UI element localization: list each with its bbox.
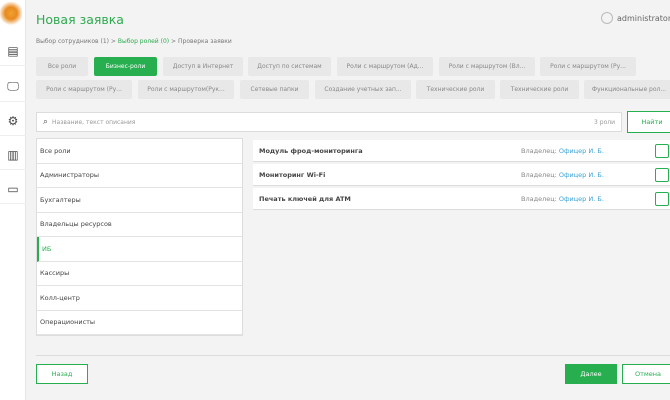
logo bbox=[0, 2, 22, 30]
role-checkbox[interactable] bbox=[655, 144, 669, 158]
user-menu[interactable]: administrator bbox=[601, 12, 670, 24]
role-checkbox[interactable] bbox=[655, 168, 669, 182]
chart-icon[interactable]: ▥ bbox=[0, 140, 26, 170]
documents-icon[interactable]: ▤ bbox=[0, 36, 26, 66]
find-button[interactable]: Найти bbox=[627, 111, 670, 133]
role-row: Модуль фрод-мониторинга Владелец: Офицер И… bbox=[253, 140, 670, 162]
owner-link[interactable]: Офицер И. Б. bbox=[559, 195, 604, 203]
filter-button[interactable]: Технические роли bbox=[416, 80, 495, 99]
role-name: Печать ключей для ATM bbox=[259, 194, 351, 203]
owner-link[interactable]: Офицер И. Б. bbox=[559, 147, 604, 155]
next-button[interactable]: Далее bbox=[565, 364, 617, 384]
avatar-icon bbox=[601, 12, 613, 24]
filter-button[interactable]: Функциональные рол... bbox=[584, 80, 670, 99]
filter-button[interactable]: Роли с маршрутом (Вл... bbox=[439, 57, 535, 76]
category-item[interactable]: Администраторы bbox=[37, 164, 242, 188]
role-owner: Владелец: Офицер И. Б. bbox=[521, 171, 604, 179]
filter-button[interactable]: Сетевые папки bbox=[240, 80, 309, 99]
category-item[interactable]: Колл-центр bbox=[37, 286, 242, 311]
result-count: 3 роли bbox=[594, 118, 615, 126]
crumb-roles[interactable]: Выбор ролей (0) bbox=[118, 38, 169, 45]
category-item[interactable]: Бухгалтеры bbox=[37, 188, 242, 213]
category-item[interactable]: ИБ bbox=[37, 237, 242, 262]
filter-button[interactable]: Роли с маршрутом (Ад... bbox=[337, 57, 433, 76]
crumb-review[interactable]: Проверка заявки bbox=[178, 38, 232, 45]
category-item[interactable]: Кассиры bbox=[37, 262, 242, 286]
filter-button[interactable]: Доступ по системам bbox=[248, 57, 331, 76]
owner-link[interactable]: Офицер И. Б. bbox=[559, 171, 604, 179]
filter-button[interactable]: Роли с маршрутом (Ру... bbox=[540, 57, 636, 76]
role-owner: Владелец: Офицер И. Б. bbox=[521, 147, 604, 155]
filter-button[interactable]: Роли с маршрутом(Рук... bbox=[138, 80, 234, 99]
filter-button[interactable]: Бизнес-роли bbox=[94, 57, 157, 76]
cancel-button[interactable]: Отмена bbox=[622, 364, 670, 384]
role-checkbox[interactable] bbox=[655, 192, 669, 206]
message-icon[interactable]: ▭ bbox=[0, 174, 26, 204]
filter-button[interactable]: Создание учетных зап... bbox=[315, 80, 411, 99]
back-button[interactable]: Назад bbox=[36, 364, 88, 384]
category-item[interactable]: Владельцы ресурсов bbox=[37, 213, 242, 237]
filter-button[interactable]: Технические роли bbox=[500, 80, 579, 99]
category-item[interactable]: Все роли bbox=[37, 139, 242, 164]
filter-button[interactable]: Доступ в Интернет bbox=[163, 57, 243, 76]
filter-button[interactable]: Все роли bbox=[36, 57, 88, 76]
role-name: Мониторинг Wi-Fi bbox=[259, 170, 326, 179]
gear-icon[interactable]: ⚙ bbox=[0, 106, 26, 136]
owner-label: Владелец: bbox=[521, 170, 557, 179]
category-list: Все роли Администраторы Бухгалтеры Владельц… bbox=[36, 138, 243, 336]
crumb-employees[interactable]: Выбор сотрудников (1) bbox=[36, 38, 109, 45]
username: administrator bbox=[617, 13, 670, 23]
role-row: Мониторинг Wi-Fi Владелец: Офицер И. Б. bbox=[253, 164, 670, 186]
owner-label: Владелец: bbox=[521, 146, 557, 155]
search-input[interactable]: ⌕ Название, текст описания 3 роли bbox=[36, 112, 622, 132]
page-title: Новая заявка bbox=[36, 12, 124, 27]
category-item[interactable]: Операционисты bbox=[37, 311, 242, 335]
breadcrumb: Выбор сотрудников (1) > Выбор ролей (0) … bbox=[36, 38, 232, 45]
monitor-icon[interactable]: 🖵 bbox=[0, 72, 26, 102]
crumb-sep: > bbox=[110, 38, 116, 45]
owner-label: Владелец: bbox=[521, 194, 557, 203]
crumb-sep: > bbox=[171, 38, 177, 45]
role-name: Модуль фрод-мониторинга bbox=[259, 146, 363, 155]
search-placeholder: Название, текст описания bbox=[52, 118, 136, 126]
search-icon: ⌕ bbox=[43, 117, 49, 127]
role-owner: Владелец: Офицер И. Б. bbox=[521, 195, 604, 203]
sidebar: ▤ 🖵 ⚙ ▥ ▭ bbox=[0, 0, 26, 400]
role-row: Печать ключей для ATM Владелец: Офицер И. … bbox=[253, 188, 670, 210]
divider bbox=[36, 355, 670, 356]
filter-button[interactable]: Роли с маршрутом (Ру... bbox=[36, 80, 132, 99]
